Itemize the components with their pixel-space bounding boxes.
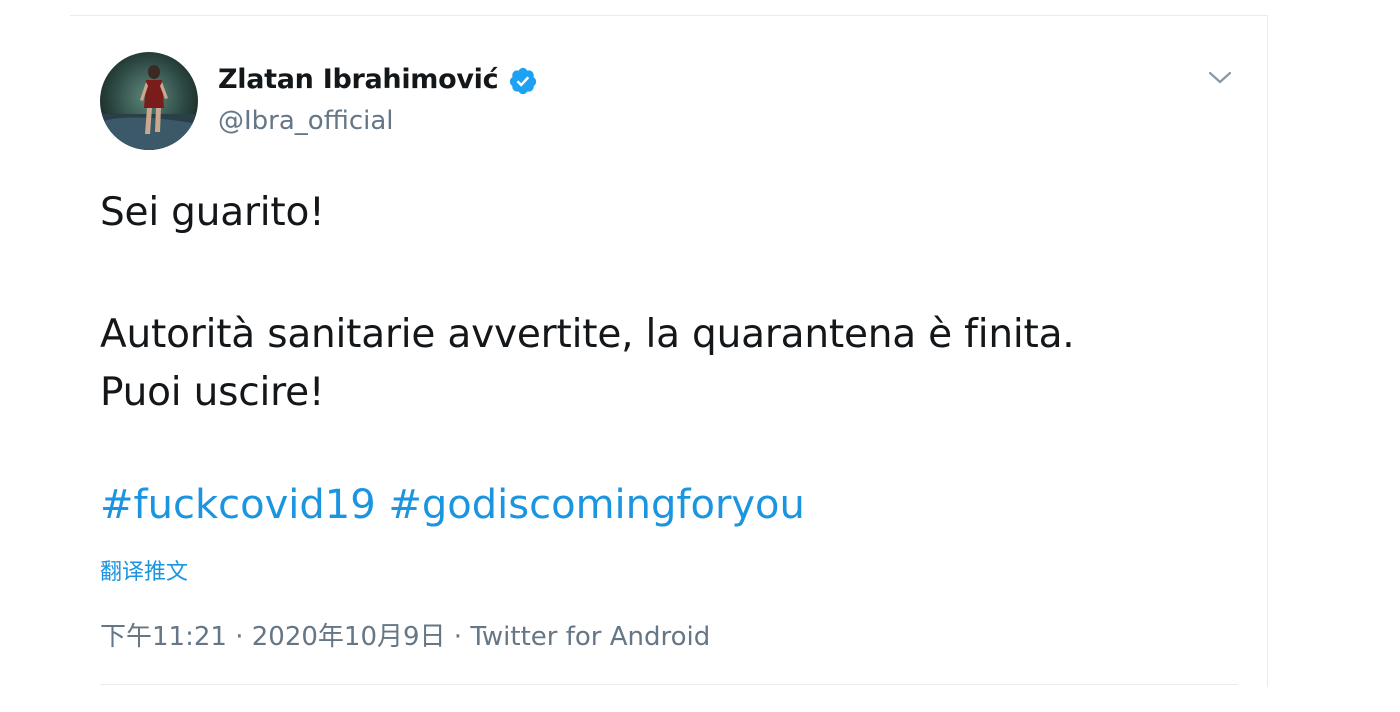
meta-separator: ·	[445, 622, 471, 652]
translate-tweet-link[interactable]: 翻译推文	[100, 554, 188, 586]
tweet-source[interactable]: Twitter for Android	[470, 622, 710, 652]
author-avatar[interactable]	[100, 52, 198, 150]
author-name[interactable]: Zlatan Ibrahimović	[218, 64, 499, 95]
divider	[100, 684, 1238, 685]
tweet-meta: 下午11:21 · 2020年10月9日 · Twitter for Andro…	[100, 616, 710, 653]
hashtag-link[interactable]: #godiscomingforyou	[388, 482, 805, 528]
author-handle[interactable]: @Ibra_official	[218, 106, 394, 136]
avatar-image	[100, 52, 198, 150]
tweet-time[interactable]: 下午11:21	[100, 622, 227, 652]
tweet-card: Zlatan Ibrahimović @Ibra_official Sei gu…	[70, 15, 1268, 687]
verified-badge-icon	[509, 67, 537, 95]
chevron-down-icon[interactable]	[1206, 68, 1234, 88]
hashtag-link[interactable]: #fuckcovid19	[100, 482, 376, 528]
tweet-text-line-3: Puoi uscire!	[100, 370, 325, 415]
meta-separator: ·	[226, 622, 252, 652]
tweet-date[interactable]: 2020年10月9日	[252, 622, 446, 652]
tweet-text-line-1: Sei guarito!	[100, 190, 325, 235]
hashtag-list: #fuckcovid19 #godiscomingforyou	[100, 482, 805, 528]
tweet-text-line-2: Autorità sanitarie avvertite, la quarant…	[100, 312, 1075, 357]
